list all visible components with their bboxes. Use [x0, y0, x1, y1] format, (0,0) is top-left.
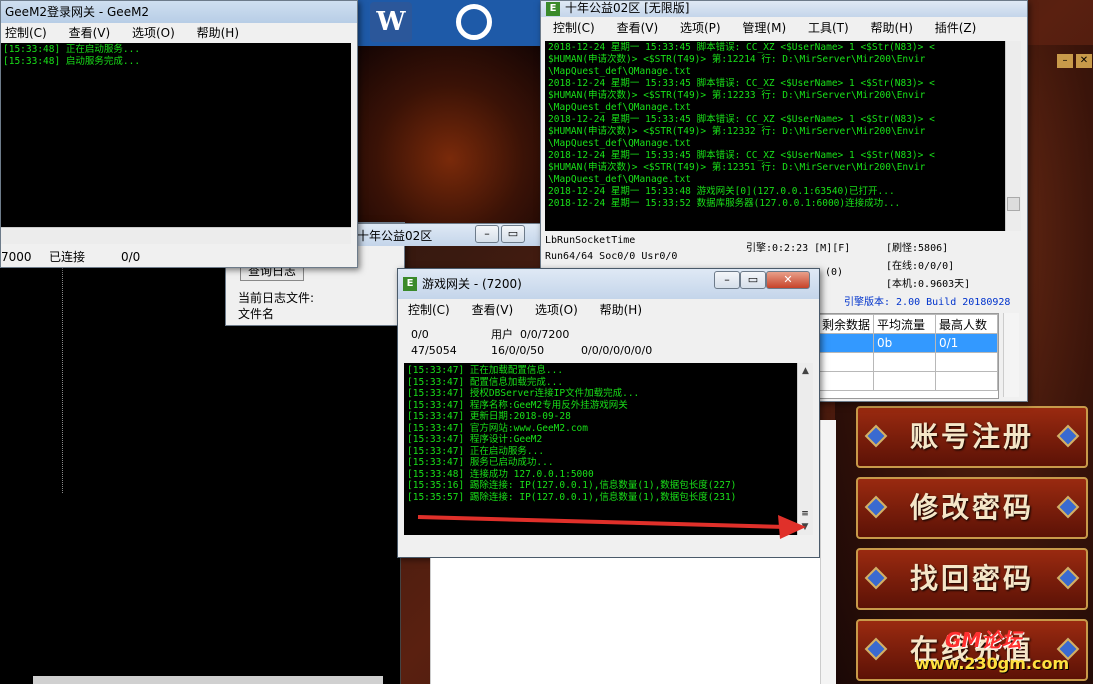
m2-cell: 0/1 — [935, 333, 998, 353]
log-line: $HUMAN(申请次数)> <$STR(T49)> 第:12214 行: D:\… — [548, 54, 926, 65]
login-log-line: [15:33:48] 正在启动服务... — [3, 44, 141, 55]
red-arrow-annotation — [417, 515, 806, 539]
m2-col-remaining[interactable]: 剩余数据 — [818, 314, 875, 334]
watermark-site: www.230gm.com — [915, 654, 1070, 673]
login-statusbar: 7000 已连接 0/0 — [1, 247, 357, 267]
game-gateway-window: E 游戏网关 - (7200) – ▭ ✕ 控制(C) 查看(V) 选项(O) … — [397, 268, 820, 558]
db-window-titlebar-ext[interactable]: 十年公益02区 – ▭ — [355, 223, 540, 246]
m2-partial-status: (0) — [825, 267, 844, 278]
watermark-text: GM论坛 — [945, 628, 1022, 652]
m2-window-title: 十年公益02区 [无限版] — [565, 1, 690, 15]
bottom-scroll-area — [33, 676, 383, 684]
log-line: 2018-12-24 星期一 15:33:45 脚本错误: CC_XZ <$Us… — [548, 78, 935, 89]
m2-menu-help[interactable]: 帮助(H) — [871, 21, 913, 35]
db-maximize-button[interactable]: ▭ — [501, 225, 525, 243]
log-line: 2018-12-24 星期一 15:33:48 游戏网关[0](127.0.0.… — [548, 186, 895, 197]
login-menu-help[interactable]: 帮助(H) — [197, 26, 239, 40]
m2-cell: 0b — [873, 333, 936, 353]
log-line: $HUMAN(申请次数)> <$STR(T49)> 第:12332 行: D:\… — [548, 126, 926, 137]
login-hscroll[interactable] — [1, 227, 351, 244]
log-line: \MapQuest_def\QManage.txt — [548, 174, 691, 185]
m2-gate-table: 剩余数据 平均流量 最高人数 0b 0/1 — [818, 314, 998, 391]
log-line: 2018-12-24 星期一 15:33:45 脚本错误: CC_XZ <$Us… — [548, 114, 935, 125]
m2-online-count: [在线:0/0/0] — [886, 261, 955, 272]
m2-local-uptime: [本机:0.9603天] — [886, 279, 971, 290]
browser-partial-area — [430, 558, 836, 684]
m2-col-max-users[interactable]: 最高人数 — [935, 314, 998, 334]
m2-gate-table-wrap: 剩余数据 平均流量 最高人数 0b 0/1 — [817, 313, 999, 399]
m2-socket-time: LbRunSocketTime — [545, 235, 636, 246]
m2-refresh-monsters: [刷怪:5806] — [886, 243, 949, 254]
m2-menu-options[interactable]: 选项(P) — [680, 21, 721, 35]
log-line: $HUMAN(申请次数)> <$STR(T49)> 第:12233 行: D:\… — [548, 90, 926, 101]
login-menubar: 控制(C) 查看(V) 选项(O) 帮助(H) — [1, 23, 357, 43]
login-menu-control[interactable]: 控制(C) — [5, 26, 47, 40]
log-line: $HUMAN(申请次数)> <$STR(T49)> 第:12351 行: D:\… — [548, 162, 926, 173]
forum-watermark: GM论坛 www.230gm.com — [915, 624, 1090, 680]
log-line: 2018-12-24 星期一 15:33:45 脚本错误: CC_XZ <$Us… — [548, 150, 935, 161]
m2-cell — [818, 333, 875, 353]
m2-menubar: 控制(C) 查看(V) 选项(P) 管理(M) 工具(T) 帮助(H) 插件(Z… — [541, 17, 1027, 39]
log-line: 2018-12-24 星期一 15:33:45 脚本错误: CC_XZ <$Us… — [548, 42, 935, 53]
login-status-count: 0/0 — [121, 250, 141, 264]
m2-table-row[interactable] — [818, 352, 998, 372]
background-console-panel — [0, 268, 401, 684]
db-minimize-button[interactable]: – — [475, 225, 499, 243]
login-window-title: GeeM2登录网关 - GeeM2 — [5, 5, 150, 19]
word-icon[interactable]: W — [370, 2, 412, 42]
m2-table-scrollbar[interactable] — [1003, 313, 1019, 397]
m2-run-info: Run64/64 Soc0/0 Usr0/0 — [545, 251, 678, 262]
m2-scroll-thumb[interactable] — [1007, 197, 1020, 211]
log-line: \MapQuest_def\QManage.txt — [548, 138, 691, 149]
m2-menu-manage[interactable]: 管理(M) — [742, 21, 786, 35]
launcher-minimize-button[interactable]: – — [1057, 54, 1073, 68]
m2-col-avg-traffic[interactable]: 平均流量 — [873, 314, 936, 334]
m2-menu-plugins[interactable]: 插件(Z) — [935, 21, 977, 35]
game-art-background — [355, 45, 545, 235]
login-window-titlebar[interactable]: GeeM2登录网关 - GeeM2 — [1, 1, 357, 23]
log-line: \MapQuest_def\QManage.txt — [548, 102, 691, 113]
login-menu-view[interactable]: 查看(V) — [69, 26, 111, 40]
m2-table-header: 剩余数据 平均流量 最高人数 — [818, 314, 998, 334]
change-password-button[interactable]: 修改密码 — [856, 477, 1088, 539]
m2-menu-view[interactable]: 查看(V) — [617, 21, 659, 35]
m2-table-row[interactable]: 0b 0/1 — [818, 333, 998, 353]
m2-menu-control[interactable]: 控制(C) — [553, 21, 595, 35]
login-log-console: [15:33:48] 正在启动服务... [15:33:48] 启动服务完成..… — [1, 43, 351, 227]
m2-table-row[interactable] — [818, 371, 998, 391]
db-window-title-visible: 十年公益02区 — [357, 229, 433, 243]
db-filename-label: 文件名 — [238, 307, 275, 321]
login-gateway-window: GeeM2登录网关 - GeeM2 控制(C) 查看(V) 选项(O) 帮助(H… — [0, 0, 358, 268]
login-menu-options[interactable]: 选项(O) — [132, 26, 175, 40]
login-log-line: [15:33:48] 启动服务完成... — [3, 56, 141, 67]
desktop-icon-strip: W — [355, 0, 545, 46]
m2-log-console: 2018-12-24 星期一 15:33:45 脚本错误: CC_XZ <$Us… — [545, 41, 1005, 231]
tree-dotted-line — [62, 268, 63, 493]
launcher-close-button[interactable]: ✕ — [1076, 54, 1092, 68]
qq-browser-icon[interactable] — [450, 2, 492, 42]
login-status-connection: 已连接 — [49, 250, 86, 264]
log-line: 2018-12-24 星期一 15:33:52 数据库服务器(127.0.0.1… — [548, 198, 901, 209]
log-line: \MapQuest_def\QManage.txt — [548, 66, 691, 77]
m2-engine-uptime: 引擎:0:2:23 [M][F] — [746, 243, 851, 254]
m2-log-scrollbar[interactable] — [1005, 41, 1021, 231]
db-current-log-label: 当前日志文件: — [238, 291, 315, 305]
m2-engine-version: 引擎版本: 2.00 Build 20180928 — [844, 297, 1011, 308]
register-account-button[interactable]: 账号注册 — [856, 406, 1088, 468]
m2-menu-tools[interactable]: 工具(T) — [808, 21, 849, 35]
browser-scrollbar[interactable] — [820, 420, 836, 684]
recover-password-button[interactable]: 找回密码 — [856, 548, 1088, 610]
login-status-port: 7000 — [1, 250, 32, 264]
m2-window-titlebar[interactable]: E 十年公益02区 [无限版] — [541, 1, 1027, 17]
